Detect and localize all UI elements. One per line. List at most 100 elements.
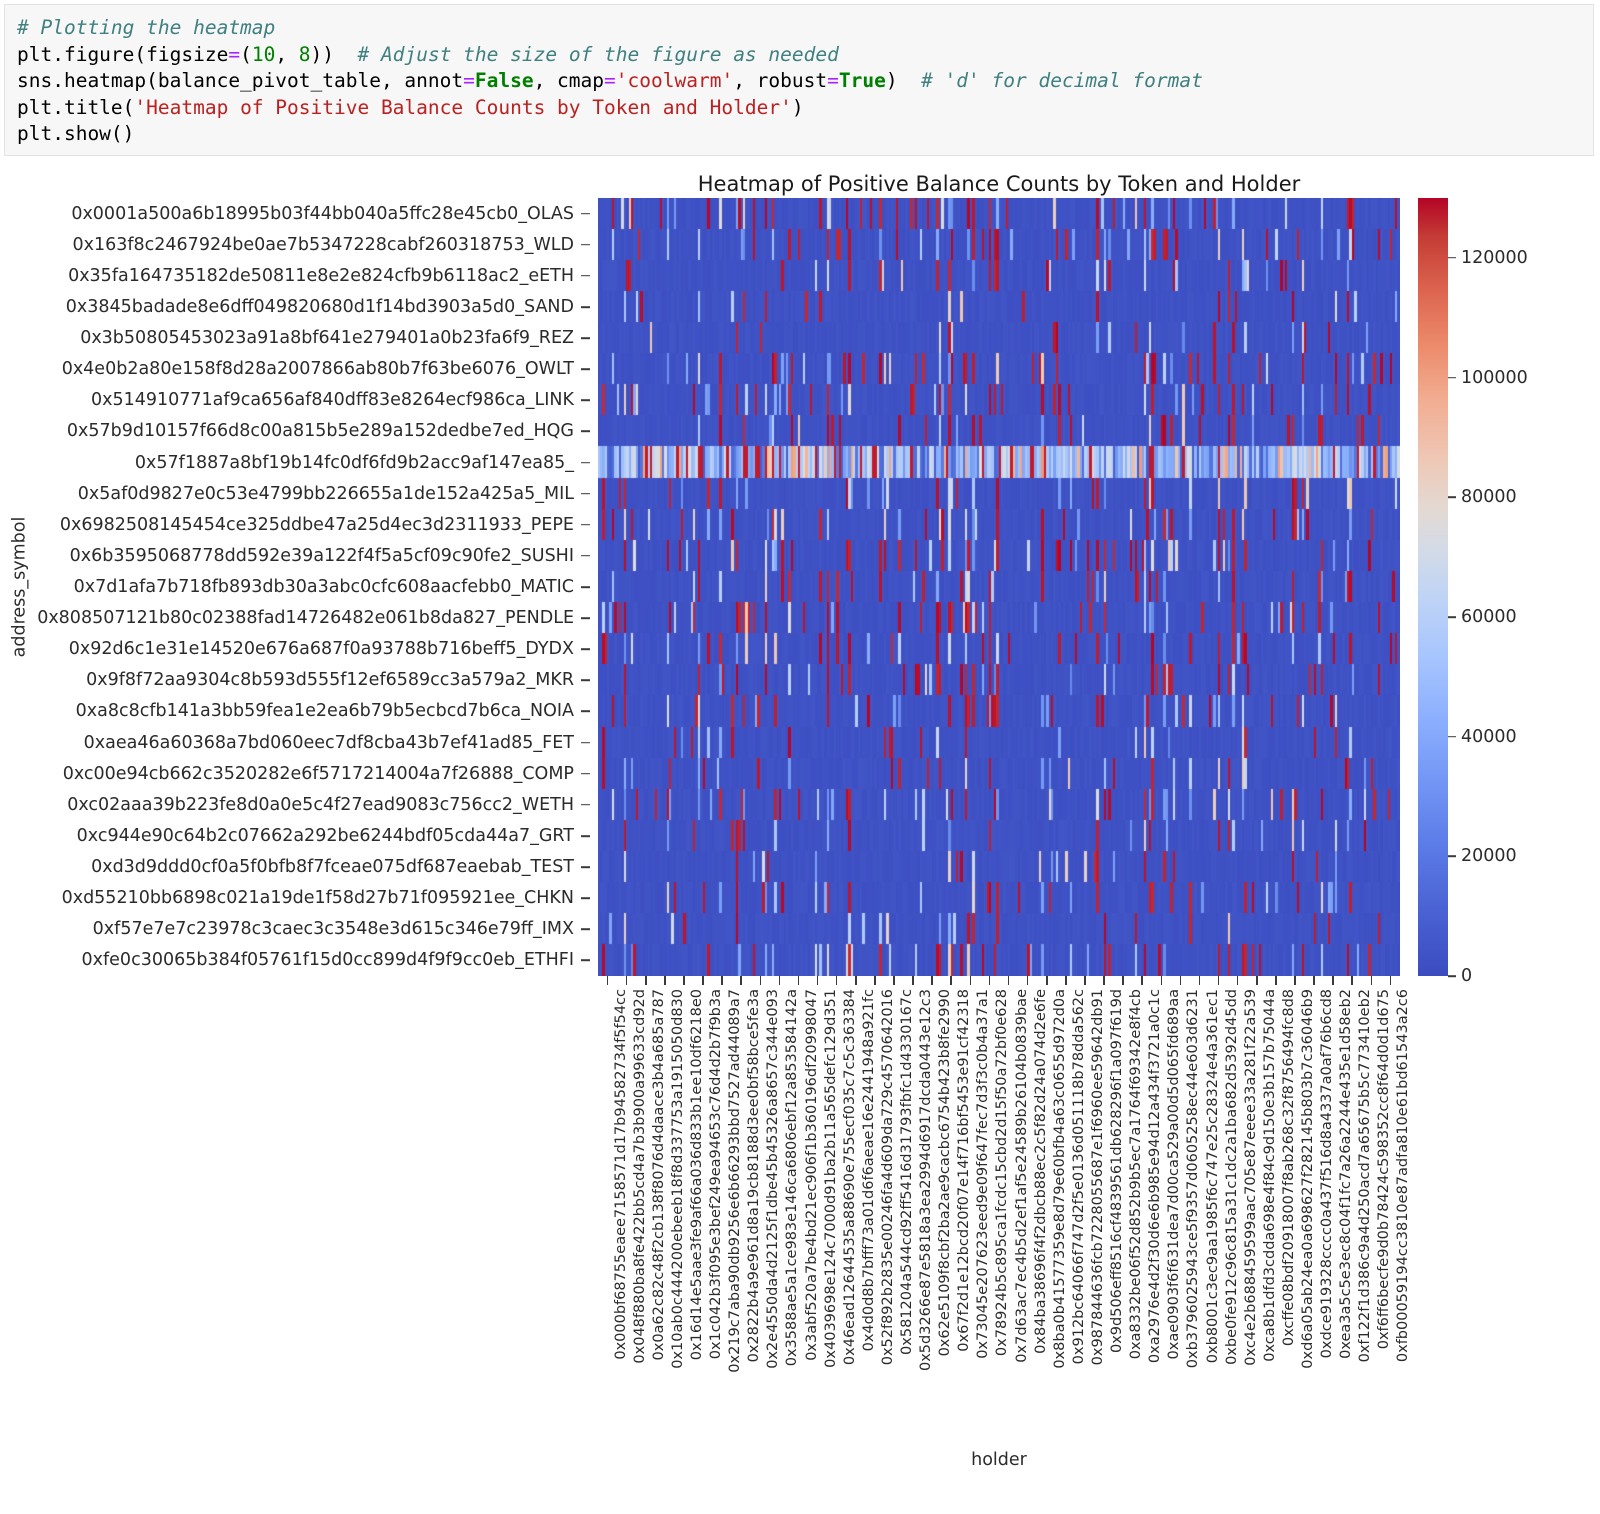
- y-tick-mark: [581, 897, 590, 899]
- y-tick-label: 0x3b50805453023a91a8bf641e279401a0b23fa6…: [80, 328, 574, 349]
- x-tick-label: 0x2822b4a9e961d8a19cb8188d3ee0bf58bce5fe…: [746, 989, 763, 1363]
- colorbar-tick-label: 120000: [1461, 247, 1528, 268]
- x-tick-label: 0xdce919328cccc0a437f516d8a4337a0af76b6c…: [1319, 989, 1336, 1359]
- y-tick-mark: [581, 679, 590, 682]
- matplotlib-figure: Heatmap of Positive Balance Counts by To…: [0, 160, 1600, 1514]
- y-tick-label: 0xfe0c30065b384f05761f15d0cc899d4f9f9cc0…: [81, 950, 574, 971]
- colorbar-tick-mark: [1448, 616, 1456, 618]
- x-tick-label: 0x46ead12644535a88690e755ecf035c7c5c3633…: [841, 989, 858, 1366]
- x-tick-label: 0x84ba38696f4f2dbcb88ec2c5f82d24a074d2e6…: [1032, 989, 1049, 1354]
- x-tick-label: 0x048f880ba8fe422bb5cd4a7b3b900a99633cd9…: [631, 989, 648, 1364]
- colorbar-gradient: [1418, 198, 1448, 976]
- y-tick-label: 0x7d1afa7b718fb893db30a3abc0cfc608aacfeb…: [73, 577, 574, 597]
- colorbar-tick-mark: [1448, 975, 1456, 977]
- x-tick-label: 0xf122f1d386c9a4d250acd7a65675b5c773410e…: [1357, 989, 1374, 1363]
- x-tick-mark: [1332, 976, 1334, 985]
- colorbar-tick-mark: [1448, 496, 1456, 499]
- y-tick-label: 0xc02aaa39b223fe8d0a0e5c4f27ead9083c756c…: [67, 794, 574, 815]
- code-token: 'Heatmap of Positive Balance Counts by T…: [134, 95, 792, 119]
- x-tick-mark: [816, 976, 819, 985]
- x-tick-label: 0x16d14e5aae3fe9af66a036d833b1ee10df6218…: [688, 989, 705, 1361]
- x-tick-label: 0x62e5109f8cbf2ba2ae9cacbc6754b423b8fe29…: [937, 989, 954, 1357]
- x-tick-mark: [1236, 976, 1239, 985]
- x-tick-mark: [759, 976, 762, 985]
- x-tick-mark: [644, 976, 647, 985]
- code-token: # Adjust the size of the figure as neede…: [357, 42, 839, 66]
- y-tick-label: 0x808507121b80c02388fad14726482e061b8da8…: [37, 608, 574, 629]
- code-token: plt.figure(figsize: [17, 42, 229, 66]
- x-tick-label: 0xf6ff6becfe9d0b78424c598352cc8f64d0d1d6…: [1376, 989, 1393, 1350]
- code-token: , robust: [733, 69, 828, 92]
- x-tick-mark: [1313, 976, 1315, 985]
- x-tick-mark: [874, 976, 876, 985]
- x-tick-mark: [1122, 976, 1124, 985]
- x-tick-mark: [1141, 976, 1143, 985]
- x-tick-label: 0x4d0d8b7bfff73a01d6f6aeae16e2441948a921…: [860, 989, 877, 1352]
- x-tick-label: 0x581204a544cd92ff5416d31793fbfc1d433016…: [898, 989, 915, 1355]
- x-tick-label: 0xcffe08bdf20918007f8ab268c32f8756494fc8…: [1280, 989, 1297, 1347]
- x-tick-mark: [1045, 976, 1048, 985]
- x-tick-mark: [1294, 976, 1296, 985]
- x-tick-label: 0x987844636fcb7228055687e1f6960ee59642db…: [1089, 989, 1106, 1366]
- code-token: sns.heatmap(balance_pivot_table, annot: [17, 69, 464, 92]
- x-tick-label: 0x3abf520a7be4bd21ec906f1b360196df209980…: [803, 989, 820, 1361]
- code-token: plt.show(): [17, 122, 135, 145]
- colorbar-tick-label: 100000: [1461, 367, 1528, 388]
- y-tick-mark: [581, 648, 590, 651]
- x-tick-mark: [931, 976, 933, 985]
- code-token: 10: [251, 42, 276, 66]
- code-token: ): [791, 95, 804, 119]
- x-tick-mark: [1389, 976, 1392, 985]
- x-tick-label: 0xca8b1dfd3cdda698e4f84c9d150e3b157b7504…: [1261, 989, 1278, 1362]
- x-tick-label: 0x2e4550da4d2125f1dbe45b45326a8657c344e0…: [765, 989, 782, 1369]
- x-tick-label: 0x1c042b3f095e3bef249ea94653c76d4d2b7f9b…: [708, 989, 725, 1360]
- y-axis-tick-labels: 0x0001a500a6b18995b03f44bb040a5ffc28e45c…: [0, 198, 590, 976]
- x-tick-label: 0x219c7aba90db9256e6b66293bbd7527ad44089…: [727, 989, 744, 1373]
- code-token: True: [838, 69, 886, 92]
- x-tick-label: 0x912bc64066f747d2f5e0136d051118b78dda56…: [1070, 989, 1087, 1365]
- x-tick-mark: [1217, 976, 1220, 985]
- x-tick-label: 0x5d3266e87e5818a3ea2994d6917dcda0443e12…: [918, 989, 935, 1371]
- x-tick-label: 0xae0903f6f631dea7d00ca529a00d5d065fd689…: [1166, 989, 1183, 1360]
- x-tick-label: 0xea3a5c5e3ec8c04f1fc7a26a2244e435e1d58e…: [1338, 989, 1355, 1359]
- code-token: =: [228, 42, 241, 66]
- x-tick-mark: [721, 976, 723, 985]
- y-tick-label: 0x6982508145454ce325ddbe47a25d4ec3d23119…: [59, 514, 574, 535]
- colorbar-tick-mark: [1448, 735, 1456, 738]
- x-tick-mark: [1160, 976, 1163, 985]
- code-cell: # Plotting the heatmap plt.figure(figsiz…: [4, 4, 1594, 156]
- code-token: 'coolwarm': [615, 69, 734, 92]
- code-token: (: [240, 42, 252, 66]
- x-tick-mark: [1198, 976, 1201, 985]
- x-tick-mark: [969, 976, 972, 985]
- y-tick-label: 0xd55210bb6898c021a19de1f58d27b71f095921…: [61, 888, 574, 909]
- x-axis-title: holder: [971, 1450, 1027, 1470]
- x-tick-mark: [912, 976, 914, 985]
- x-tick-mark: [1026, 976, 1029, 985]
- y-tick-label: 0x57b9d10157f66d8c00a815b5e289a152dedbe7…: [66, 421, 574, 442]
- x-tick-mark: [1370, 976, 1373, 985]
- x-tick-label: 0x0a62c82c48f2cb138f8076d4daace3b4a685a7…: [650, 989, 667, 1361]
- y-tick-mark: [581, 617, 590, 619]
- y-tick-mark: [581, 866, 590, 868]
- y-tick-mark: [581, 741, 590, 744]
- x-tick-mark: [1275, 976, 1277, 985]
- colorbar-tick-label: 80000: [1461, 487, 1517, 508]
- y-tick-mark: [581, 772, 590, 775]
- x-tick-mark: [683, 976, 685, 985]
- colorbar-tick-label: 0: [1461, 966, 1473, 986]
- x-tick-mark: [606, 976, 609, 985]
- x-tick-label: 0x000bf68755eaee7158571d17b94582734f5f54…: [612, 989, 629, 1360]
- y-tick-mark: [581, 492, 590, 495]
- y-tick-mark: [581, 368, 590, 370]
- colorbar-tick-label: 20000: [1461, 846, 1517, 867]
- x-tick-label: 0x9d506eff8516cf4839561db628296f1a097f61…: [1109, 989, 1126, 1354]
- x-tick-label: 0x67f2d1e12bcd20f07e14f716bf5453e91cf423…: [956, 989, 973, 1352]
- y-tick-label: 0x5af0d9827e0c53e4799bb226655a1de152a425…: [77, 483, 574, 504]
- colorbar-tick-mark: [1448, 376, 1456, 379]
- x-tick-label: 0x7d63ac7ec4b5d2ef1af5e24589b26104b0839b…: [1013, 989, 1030, 1363]
- y-tick-label: 0x6b3595068778dd592e39a122f4f5a5cf09c90f…: [69, 545, 574, 566]
- y-tick-label: 0x35fa164735182de50811e8e2e824cfb9b6118a…: [68, 265, 574, 286]
- code-token: )): [310, 42, 358, 66]
- colorbar: 0 20000 40000 60000 80000 100000 120000: [1418, 198, 1528, 986]
